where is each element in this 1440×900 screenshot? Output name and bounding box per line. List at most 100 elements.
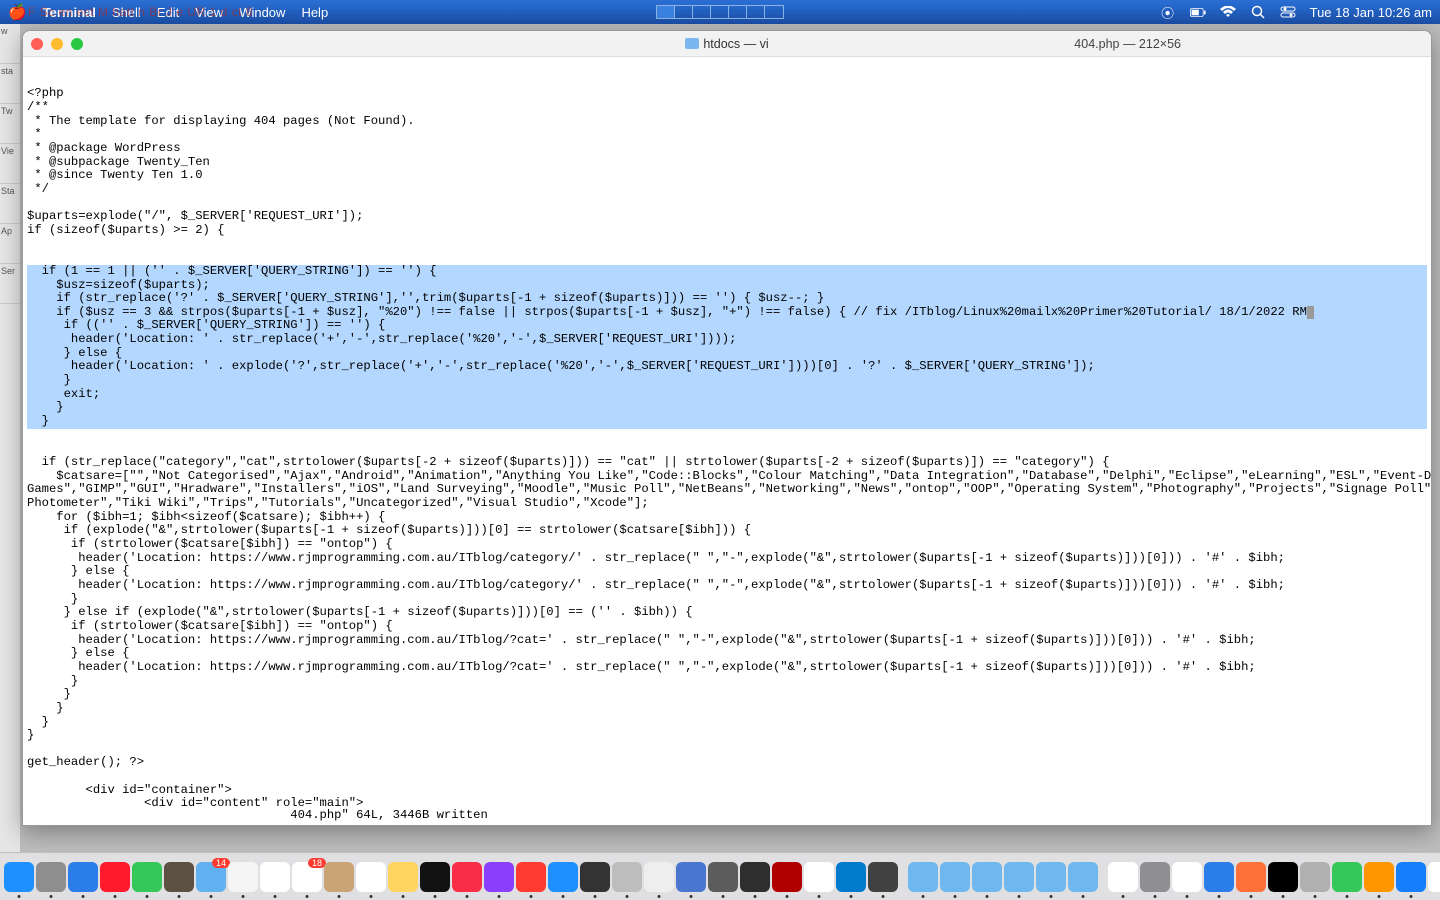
terminal-icon[interactable] (1268, 862, 1298, 892)
vscode-icon[interactable] (836, 862, 866, 892)
folder4-icon[interactable] (1004, 862, 1034, 892)
menu-help[interactable]: Help (301, 5, 328, 20)
code-line: <?php (27, 87, 1427, 101)
code-line: header('Location: https://www.rjmprogram… (27, 634, 1427, 648)
terminal-window: htdocs — vi 404.php — 212×56 <?php/** * … (22, 30, 1432, 826)
code-line-highlight: $usz=sizeof($uparts); (27, 279, 1427, 293)
keyboard-icon[interactable] (708, 862, 738, 892)
code-line: get_header(); ?> (27, 756, 1427, 770)
code-line-highlight: if (str_replace('?' . $_SERVER['QUERY_ST… (27, 292, 1427, 306)
folder2-icon[interactable] (940, 862, 970, 892)
menubar-right: ⦿ Tue 18 Jan 10:26 am (1160, 4, 1432, 20)
qr-icon[interactable] (580, 862, 610, 892)
photos-icon[interactable] (260, 862, 290, 892)
launchpad-icon[interactable] (36, 862, 66, 892)
code-line: } else { (27, 565, 1427, 579)
code-line: */ (27, 183, 1427, 197)
code-line: } (27, 593, 1427, 607)
control-center-icon[interactable] (1280, 4, 1296, 20)
prefs-icon[interactable] (1140, 862, 1170, 892)
code-line (27, 197, 1427, 211)
code-line-highlight: exit; (27, 388, 1427, 402)
eye-icon[interactable] (868, 862, 898, 892)
battery-icon[interactable] (1190, 4, 1206, 20)
dock (0, 852, 1440, 900)
window-title-text: htdocs — vi (703, 37, 768, 51)
window-subtitle: 404.php — 212×56 (1074, 37, 1181, 51)
code-line: Games","GIMP","GUI","Hradware","Installe… (27, 483, 1427, 497)
activity-meter (656, 5, 784, 19)
screen-record-icon[interactable]: ⦿ (1160, 4, 1176, 20)
reminders-icon[interactable] (356, 862, 386, 892)
safari-icon[interactable] (68, 862, 98, 892)
firefox-icon[interactable] (1236, 862, 1266, 892)
gimp-icon[interactable] (164, 862, 194, 892)
xcode-icon[interactable] (1396, 862, 1426, 892)
code-line (27, 743, 1427, 757)
messages-icon[interactable] (132, 862, 162, 892)
appstore-icon[interactable] (548, 862, 578, 892)
calendar-icon[interactable] (292, 862, 322, 892)
code-line: } (27, 675, 1427, 689)
code-line: header('Location: https://www.rjmprogram… (27, 661, 1427, 675)
code-line: if (str_replace("category","cat",strtolo… (27, 456, 1427, 470)
bg-window-strip: w sta Tw Vie Sta Ap Ser (0, 24, 20, 852)
apple-menu-icon[interactable]: 🍎 (8, 3, 27, 21)
code-line-highlight: } (27, 415, 1427, 429)
code-line: if (explode("&",strtolower($uparts[-1 + … (27, 524, 1427, 538)
folder5-icon[interactable] (1036, 862, 1066, 892)
vi-status-line: 404.php" 64L, 3446B written (27, 809, 488, 823)
code-line: <div id="container"> (27, 784, 1427, 798)
folder-icon (685, 38, 699, 49)
image-icon[interactable] (644, 862, 674, 892)
code-line: for ($ibh=1; $ibh<sizeof($catsare); $ibh… (27, 511, 1427, 525)
search-icon[interactable] (1250, 4, 1266, 20)
contacts-icon[interactable] (324, 862, 354, 892)
wifi-icon[interactable] (1220, 4, 1236, 20)
preview-icon[interactable] (1428, 862, 1440, 892)
code-line: * @subpackage Twenty_Ten (27, 156, 1427, 170)
code-line-highlight: } else { (27, 347, 1427, 361)
opera-icon[interactable] (100, 862, 130, 892)
code-line-highlight: header('Location: ' . str_replace('+','-… (27, 333, 1427, 347)
maps-icon[interactable] (228, 862, 258, 892)
code-block-highlight: if (1 == 1 || ('' . $_SERVER['QUERY_STRI… (27, 265, 1427, 429)
media-icon[interactable] (1364, 862, 1394, 892)
cursor (1307, 306, 1314, 319)
green-app-icon[interactable] (1332, 862, 1362, 892)
safari2-icon[interactable] (1204, 862, 1234, 892)
code-line: * The template for displaying 404 pages … (27, 115, 1427, 129)
chrome-icon[interactable] (1108, 862, 1138, 892)
music-icon[interactable] (452, 862, 482, 892)
news-icon[interactable] (516, 862, 546, 892)
code-line: $catsare=["","Not Categorised","Ajax","A… (27, 470, 1427, 484)
folder6-icon[interactable] (1068, 862, 1098, 892)
disk-icon[interactable] (1300, 862, 1330, 892)
printer-icon[interactable] (676, 862, 706, 892)
code-line: * (27, 128, 1427, 142)
code-line: if (strtolower($catsare[$ibh]) == "ontop… (27, 620, 1427, 634)
notes-icon[interactable] (388, 862, 418, 892)
podcasts-icon[interactable] (484, 862, 514, 892)
finder-icon[interactable] (4, 862, 34, 892)
mail-icon[interactable] (196, 862, 226, 892)
hacker-icon[interactable] (740, 862, 770, 892)
code-line: header('Location: https://www.rjmprogram… (27, 552, 1427, 566)
textedit-icon[interactable] (1172, 862, 1202, 892)
code-line: } (27, 716, 1427, 730)
folder3-icon[interactable] (972, 862, 1002, 892)
folder1-icon[interactable] (908, 862, 938, 892)
code-line: } (27, 688, 1427, 702)
editor-viewport[interactable]: <?php/** * The template for displaying 4… (23, 57, 1431, 825)
code-line-highlight: if ($usz == 3 && strpos($uparts[-1 + $us… (27, 306, 1427, 320)
code-line-highlight: header('Location: ' . explode('?',str_re… (27, 360, 1427, 374)
code-line: * @package WordPress (27, 142, 1427, 156)
code-line: } else if (explode("&",strtolower($upart… (27, 606, 1427, 620)
b-icon[interactable] (804, 862, 834, 892)
filezilla-icon[interactable] (772, 862, 802, 892)
tv-icon[interactable] (420, 862, 450, 892)
paintbrush-icon[interactable] (612, 862, 642, 892)
code-line-highlight: if (1 == 1 || ('' . $_SERVER['QUERY_STRI… (27, 265, 1427, 279)
datetime[interactable]: Tue 18 Jan 10:26 am (1310, 5, 1432, 20)
titlebar[interactable]: htdocs — vi 404.php — 212×56 (23, 31, 1431, 57)
